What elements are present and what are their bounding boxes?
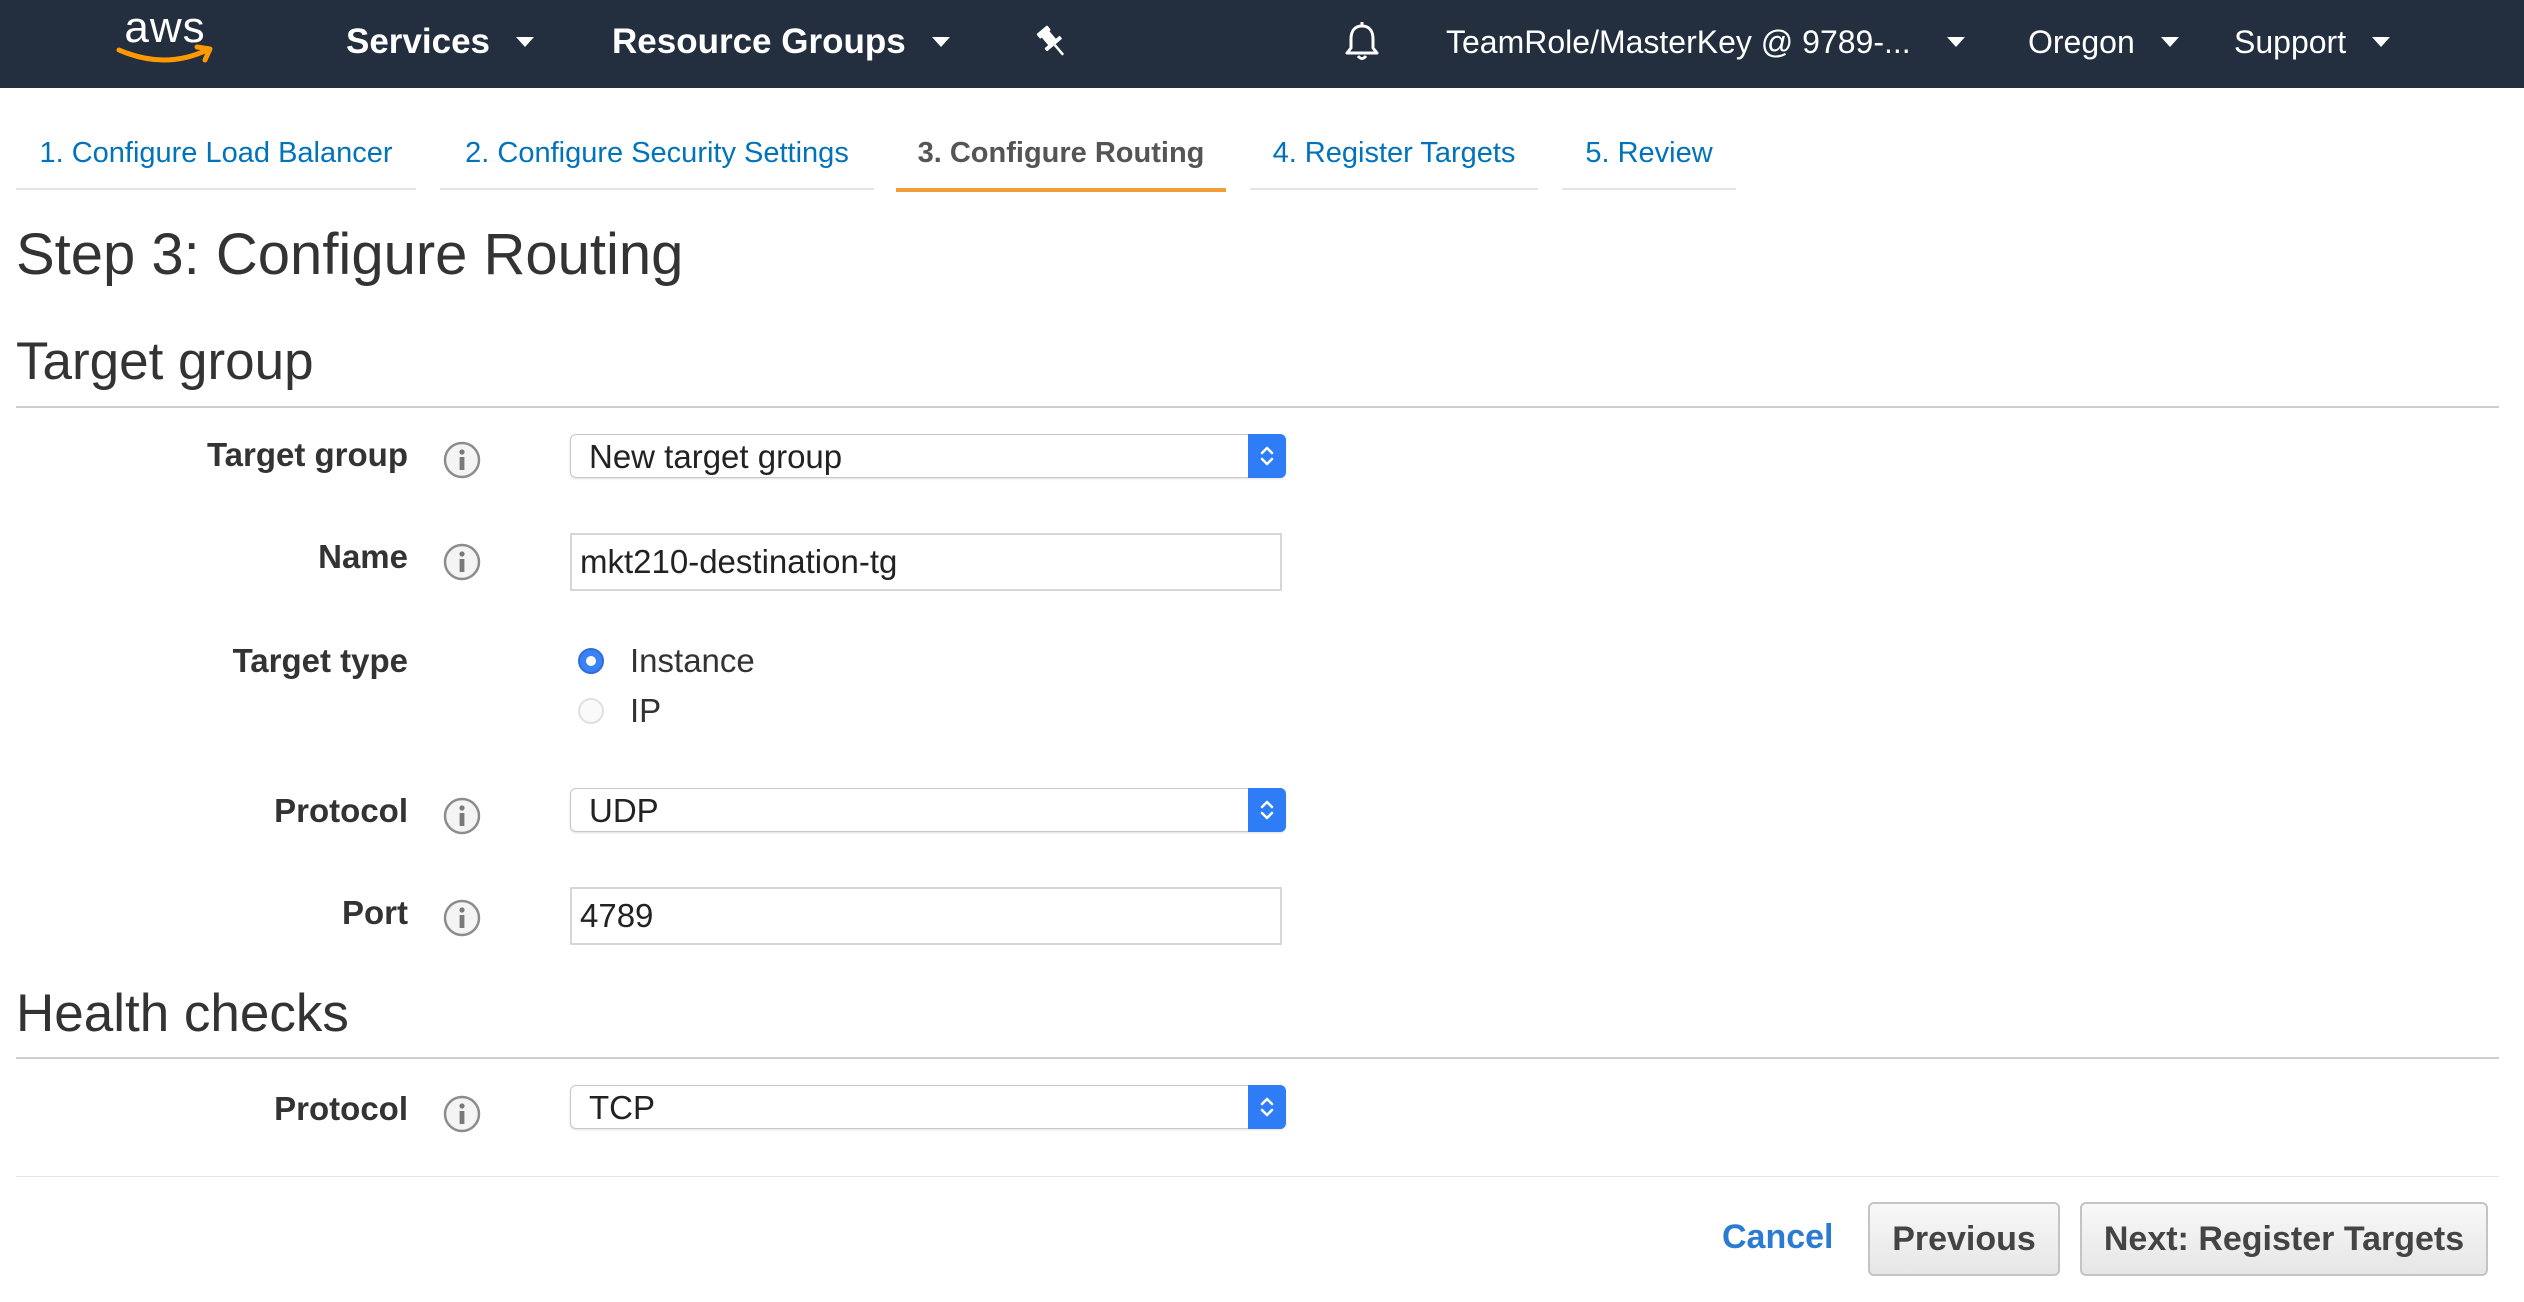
chevron-down-icon bbox=[931, 37, 950, 47]
protocol-select-value: UDP bbox=[589, 792, 659, 829]
tab-review[interactable]: 5. Review bbox=[1562, 118, 1736, 190]
region-label: Oregon bbox=[2028, 23, 2135, 60]
chevron-down-icon bbox=[2160, 37, 2179, 47]
health-check-protocol-value: TCP bbox=[589, 1089, 655, 1126]
radio-unselected[interactable] bbox=[578, 698, 604, 724]
info-icon[interactable] bbox=[442, 440, 482, 480]
health-check-protocol-label: Protocol bbox=[274, 1090, 408, 1127]
target-type-option-label: Instance bbox=[630, 642, 755, 679]
target-group-select[interactable]: New target group bbox=[570, 434, 1286, 478]
support-label: Support bbox=[2234, 23, 2347, 60]
target-group-label: Target group bbox=[206, 436, 408, 473]
target-type-label: Target type bbox=[232, 642, 408, 679]
port-field[interactable]: 4789 bbox=[570, 887, 1282, 945]
account-menu[interactable]: TeamRole/MasterKey @ 9789-... bbox=[1446, 0, 1965, 84]
info-icon[interactable] bbox=[442, 898, 482, 938]
target-type-option-ip[interactable]: IP bbox=[578, 692, 661, 730]
tab-label: 1. Configure Load Balancer bbox=[39, 136, 393, 169]
protocol-label: Protocol bbox=[274, 792, 408, 829]
select-arrows-icon bbox=[1248, 434, 1286, 478]
chevron-down-icon bbox=[1946, 37, 1965, 47]
chevron-down-icon bbox=[2372, 37, 2391, 47]
tab-configure-load-balancer[interactable]: 1. Configure Load Balancer bbox=[16, 118, 416, 190]
target-type-option-label: IP bbox=[630, 692, 662, 729]
aws-logo[interactable]: aws bbox=[110, 0, 220, 84]
pin-icon[interactable] bbox=[1034, 0, 1070, 84]
resource-groups-menu[interactable]: Resource Groups bbox=[612, 0, 950, 84]
tab-configure-security-settings[interactable]: 2. Configure Security Settings bbox=[440, 118, 874, 190]
page-title: Step 3: Configure Routing bbox=[16, 222, 684, 287]
services-menu[interactable]: Services bbox=[346, 0, 535, 84]
target-group-select-value: New target group bbox=[589, 438, 843, 475]
radio-selected[interactable] bbox=[578, 648, 604, 674]
section-divider bbox=[16, 406, 2499, 408]
services-label: Services bbox=[346, 22, 491, 61]
target-type-option-instance[interactable]: Instance bbox=[578, 642, 755, 680]
bell-icon[interactable] bbox=[1340, 0, 1384, 84]
name-label: Name bbox=[318, 538, 408, 575]
target-group-heading: Target group bbox=[16, 332, 314, 391]
bell-icon-graphic bbox=[1345, 22, 1379, 60]
top-navigation-bar: aws Services Resource Groups TeamRole/Ma… bbox=[0, 0, 2524, 88]
tab-label: 5. Review bbox=[1585, 136, 1713, 169]
name-field[interactable]: mkt210-destination-tg bbox=[570, 533, 1282, 591]
resource-groups-label: Resource Groups bbox=[612, 22, 906, 61]
chevron-down-icon bbox=[516, 37, 535, 47]
next-register-targets-button[interactable]: Next: Register Targets bbox=[2080, 1202, 2488, 1276]
info-icon[interactable] bbox=[442, 1094, 482, 1134]
health-checks-heading: Health checks bbox=[16, 984, 349, 1043]
protocol-select[interactable]: UDP bbox=[570, 788, 1286, 832]
select-arrows-icon bbox=[1248, 1085, 1286, 1129]
region-menu[interactable]: Oregon bbox=[2028, 0, 2179, 84]
pin-icon-graphic bbox=[1036, 25, 1065, 56]
account-label: TeamRole/MasterKey @ 9789-... bbox=[1446, 23, 1911, 60]
tab-label: 3. Configure Routing bbox=[917, 136, 1205, 169]
health-check-protocol-select[interactable]: TCP bbox=[570, 1085, 1286, 1129]
aws-smile-icon bbox=[116, 44, 213, 63]
tab-label: 2. Configure Security Settings bbox=[465, 136, 849, 169]
cancel-button[interactable]: Cancel bbox=[1722, 1218, 1834, 1257]
port-label: Port bbox=[342, 894, 408, 931]
support-menu[interactable]: Support bbox=[2234, 0, 2391, 84]
select-arrows-icon bbox=[1248, 788, 1286, 832]
tab-label: 4. Register Targets bbox=[1272, 136, 1516, 169]
footer-divider bbox=[16, 1176, 2499, 1177]
previous-button[interactable]: Previous bbox=[1868, 1202, 2060, 1276]
info-icon[interactable] bbox=[442, 542, 482, 582]
info-icon[interactable] bbox=[442, 796, 482, 836]
section-divider bbox=[16, 1057, 2499, 1059]
tab-configure-routing[interactable]: 3. Configure Routing bbox=[896, 118, 1226, 192]
tab-register-targets[interactable]: 4. Register Targets bbox=[1250, 118, 1538, 190]
